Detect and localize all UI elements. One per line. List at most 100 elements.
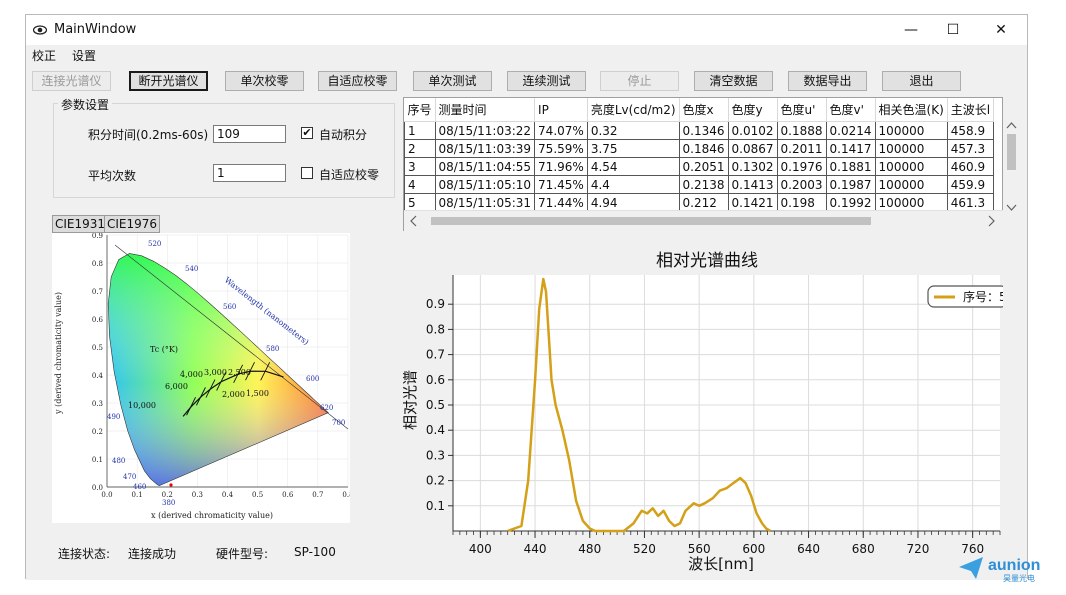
table-cell[interactable]: 71.96%: [534, 157, 588, 176]
column-header[interactable]: 测量时间: [435, 98, 536, 122]
disconnect-spectrometer-button[interactable]: 断开光谱仪: [129, 71, 208, 91]
table-vertical-scrollbar[interactable]: [1003, 116, 1020, 231]
stop-button[interactable]: 停止: [600, 71, 679, 91]
table-cell[interactable]: 08/15/11:03:22: [434, 121, 536, 140]
table-cell[interactable]: 458.9: [946, 121, 995, 140]
close-button[interactable]: ✕: [986, 19, 1016, 41]
minimize-button[interactable]: —: [896, 19, 926, 41]
tab-cie1931[interactable]: CIE1931: [52, 215, 109, 233]
table-cell[interactable]: 0.2051: [678, 157, 729, 176]
auto-integration-checkbox[interactable]: ✔: [301, 127, 313, 139]
maximize-button[interactable]: ☐: [938, 19, 968, 41]
table-cell[interactable]: 08/15/11:04:55: [434, 157, 536, 176]
average-count-input[interactable]: 1: [213, 164, 286, 182]
continuous-test-button[interactable]: 连续测试: [507, 71, 586, 91]
x-axis-label: 波长[nm]: [688, 555, 754, 573]
table-cell[interactable]: 0.1992: [825, 193, 876, 212]
window-title: MainWindow: [54, 22, 137, 37]
column-header[interactable]: 色度y: [728, 98, 778, 122]
vertical-scroll-thumb[interactable]: [1007, 134, 1016, 170]
table-cell[interactable]: 4.4: [586, 175, 680, 194]
table-cell[interactable]: 100000: [874, 175, 948, 194]
table-cell[interactable]: 5: [404, 193, 436, 212]
column-header[interactable]: 相关色温(K): [875, 98, 948, 122]
table-cell[interactable]: 74.07%: [534, 121, 588, 140]
column-header[interactable]: 亮度Lv(cd/m2): [587, 98, 680, 122]
table-cell[interactable]: 0.1417: [825, 139, 876, 158]
table-cell[interactable]: 461.3: [946, 193, 995, 212]
table-cell[interactable]: 100000: [874, 193, 948, 212]
scroll-down-icon[interactable]: [1006, 204, 1017, 211]
table-cell[interactable]: 0.198: [776, 193, 827, 212]
cie-y-tick: 0.9: [92, 233, 103, 240]
table-cell[interactable]: 71.45%: [534, 175, 588, 194]
table-cell[interactable]: 0.1421: [727, 193, 778, 212]
clear-data-button[interactable]: 清空数据: [694, 71, 773, 91]
table-cell[interactable]: 3: [404, 157, 436, 176]
adaptive-zero-button[interactable]: 自适应校零: [318, 71, 397, 91]
table-cell[interactable]: 0.1976: [776, 157, 827, 176]
column-header[interactable]: 序号: [404, 98, 436, 122]
table-cell[interactable]: 0.32: [586, 121, 680, 140]
table-cell[interactable]: 4.94: [586, 193, 680, 212]
scroll-left-icon[interactable]: [410, 215, 417, 227]
table-cell[interactable]: 0.1413: [727, 175, 778, 194]
table-cell[interactable]: 0.2003: [776, 175, 827, 194]
tab-cie1976[interactable]: CIE1976: [104, 215, 161, 233]
table-cell[interactable]: 75.59%: [534, 139, 588, 158]
table-cell[interactable]: 0.1987: [825, 175, 876, 194]
column-header[interactable]: 色度x: [679, 98, 729, 122]
horizontal-scroll-thumb[interactable]: [431, 217, 871, 225]
table-cell[interactable]: 3.75: [586, 139, 680, 158]
table-horizontal-scrollbar[interactable]: [404, 210, 1003, 231]
table-cell[interactable]: 0.212: [678, 193, 729, 212]
export-data-button[interactable]: 数据导出: [788, 71, 867, 91]
column-header[interactable]: 色度v': [826, 98, 876, 122]
table-cell[interactable]: 4: [404, 175, 436, 194]
table-row[interactable]: 5 08/15/11:05:31 71.44% 4.94 0.212 0.1421 0.19…: [404, 193, 995, 212]
table-cell[interactable]: 0.1846: [678, 139, 729, 158]
table-cell[interactable]: 1: [404, 121, 436, 140]
table-cell[interactable]: 2: [404, 139, 436, 158]
single-zero-button[interactable]: 单次校零: [225, 71, 304, 91]
table-cell[interactable]: 71.44%: [534, 193, 588, 212]
table-cell[interactable]: 0.0867: [727, 139, 778, 158]
table-cell[interactable]: 0.1881: [825, 157, 876, 176]
single-test-button[interactable]: 单次测试: [413, 71, 492, 91]
table-row[interactable]: 2 08/15/11:03:39 75.59% 3.75 0.1846 0.0867 0.2…: [404, 139, 995, 158]
exit-button[interactable]: 退出: [882, 71, 961, 91]
table-cell[interactable]: 0.1302: [727, 157, 778, 176]
table-cell[interactable]: 0.0214: [825, 121, 876, 140]
adaptive-zero-checkbox[interactable]: [301, 167, 313, 179]
table-cell[interactable]: 0.1888: [776, 121, 827, 140]
table-cell[interactable]: 100000: [874, 139, 948, 158]
table-row[interactable]: 3 08/15/11:04:55 71.96% 4.54 0.2051 0.1302 0.1…: [404, 157, 995, 176]
menu-settings[interactable]: 设置: [72, 47, 96, 64]
scroll-up-icon[interactable]: [1006, 122, 1017, 129]
table-cell[interactable]: 0.1346: [678, 121, 729, 140]
cie-y-tick: 0.6: [92, 316, 104, 324]
connect-spectrometer-button[interactable]: 连接光谱仪: [32, 71, 111, 91]
table-cell[interactable]: 08/15/11:03:39: [434, 139, 536, 158]
table-cell[interactable]: 4.54: [586, 157, 680, 176]
scroll-right-icon[interactable]: [988, 215, 995, 227]
table-cell[interactable]: 457.3: [946, 139, 995, 158]
table-cell[interactable]: 100000: [874, 157, 948, 176]
cie-y-axis-label: y (derived chromaticity value): [54, 292, 63, 415]
table-row[interactable]: 1 08/15/11:03:22 74.07% 0.32 0.1346 0.0102 0.1…: [404, 121, 995, 140]
table-cell[interactable]: 460.9: [946, 157, 995, 176]
menu-calibrate[interactable]: 校正: [32, 47, 56, 64]
table-cell[interactable]: 08/15/11:05:31: [434, 193, 536, 212]
table-cell[interactable]: 459.9: [946, 175, 995, 194]
column-header[interactable]: IP: [534, 98, 588, 122]
table-cell[interactable]: 08/15/11:05:10: [434, 175, 536, 194]
table-cell[interactable]: 0.2138: [678, 175, 729, 194]
x-tick-label: 680: [852, 542, 875, 556]
column-header[interactable]: 色度u': [777, 98, 827, 122]
table-cell[interactable]: 100000: [874, 121, 948, 140]
integration-time-input[interactable]: 109: [213, 125, 286, 143]
table-cell[interactable]: 0.2011: [776, 139, 827, 158]
column-header[interactable]: 主波长l: [947, 98, 995, 122]
table-row[interactable]: 4 08/15/11:05:10 71.45% 4.4 0.2138 0.1413 0.20…: [404, 175, 995, 194]
table-cell[interactable]: 0.0102: [727, 121, 778, 140]
